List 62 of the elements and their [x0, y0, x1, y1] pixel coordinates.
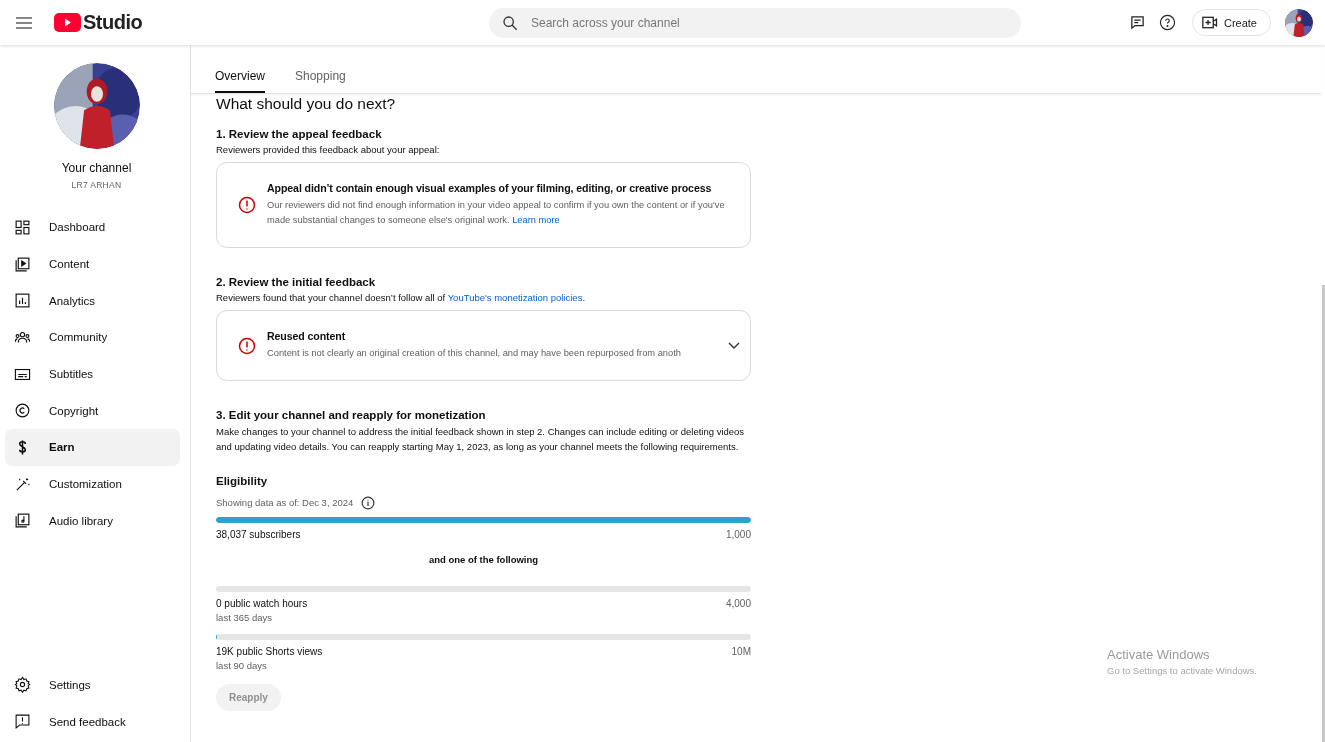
metric-target: 1,000 — [725, 528, 751, 540]
metric-target: 10M — [731, 645, 751, 657]
sidebar-item[interactable]: Audio library — [5, 502, 180, 540]
activation-text: Go to Settings to activate Windows. — [1107, 665, 1257, 676]
step-title: 3. Edit your channel and reapply for monetization — [216, 409, 486, 421]
magic-wand-icon — [14, 475, 31, 493]
logo-text[interactable]: Studio — [83, 11, 143, 34]
step-description: Make changes to your channel to address the initial feedback shown in step 2. Changes can include editing or deleting videos and updating video details. You can reapply starting May 1, 2023, as long as your channel meets the following requirements. — [216, 425, 746, 455]
alert-icon — [238, 196, 256, 214]
sidebar-item[interactable]: Customization — [5, 465, 180, 503]
bar-chart-icon — [14, 292, 31, 310]
menu-icon[interactable] — [16, 16, 32, 29]
metric-label: 19K public Shorts views — [216, 645, 323, 657]
data-date-note: Showing data as of: Dec 3, 2024 — [216, 497, 354, 509]
metric-label: 38,037 subscribers — [216, 528, 301, 540]
card-title: Reused content — [267, 330, 347, 342]
sidebar-item[interactable]: Settings — [5, 666, 180, 704]
separator-text: and one of the following — [427, 553, 540, 565]
sidebar-item[interactable]: Earn — [5, 429, 180, 466]
add-video-icon — [1201, 16, 1218, 29]
comment-icon[interactable] — [1129, 15, 1145, 30]
info-icon[interactable] — [361, 495, 376, 510]
settings-icon — [14, 676, 31, 694]
sidebar-item[interactable]: Content — [5, 245, 180, 283]
metric-label: 0 public watch hours — [216, 597, 308, 609]
page-heading: What should you do next? — [216, 95, 396, 113]
step-subtitle: Reviewers provided this feedback about your appeal: — [216, 144, 440, 155]
logo-icon[interactable] — [54, 13, 81, 32]
step-title: 1. Review the appeal feedback — [216, 128, 382, 140]
step-title: 2. Review the initial feedback — [216, 276, 376, 288]
step-subtitle: Reviewers found that your channel doesn’t follow all of YouTube's monetization policies. — [216, 292, 586, 303]
sidebar-item[interactable]: Analytics — [5, 282, 180, 320]
sidebar-item[interactable]: Community — [5, 319, 180, 356]
chevron-icon[interactable] — [728, 341, 740, 350]
search-field[interactable]: Search across your channel — [489, 7, 1021, 38]
channel-title[interactable]: Your channel — [61, 161, 132, 175]
metric-period: last 90 days — [216, 659, 268, 671]
help-icon[interactable] — [1158, 14, 1176, 31]
sidebar-item[interactable]: Dashboard — [5, 209, 180, 246]
search-icon — [502, 14, 518, 31]
card-description: Our reviewers did not find enough information in your video appeal to confirm if you own the content or if you've made substantial changes to someone else's original work. Learn more — [267, 199, 726, 227]
metric-target: 4,000 — [725, 597, 751, 609]
sidebar-item[interactable]: Subtitles — [5, 355, 180, 393]
activation-title: Activate Windows — [1107, 647, 1211, 662]
sidebar-item[interactable]: Send feedback — [5, 703, 180, 740]
feedback-icon — [14, 713, 31, 731]
card-title: Appeal didn’t contain enough visual examples of your filming, editing, or creative process — [267, 182, 713, 194]
video-library-icon — [14, 255, 31, 273]
channel-name: LR7 ARHAN — [71, 180, 122, 190]
music-library-icon — [14, 512, 31, 530]
grid-icon — [14, 218, 31, 236]
alert-icon — [238, 336, 256, 355]
learn-more-link[interactable]: Learn more — [512, 215, 560, 225]
section-title: Eligibility — [216, 474, 268, 487]
feedback-card[interactable]: Reused content Content is not clearly an original creation of this channel, and may have been repurposed from anoth — [216, 310, 751, 381]
metric-period: last 365 days — [216, 611, 273, 623]
copyright-icon — [14, 402, 31, 420]
tab[interactable]: Overview — [215, 61, 265, 93]
create-button[interactable]: Create — [1191, 9, 1271, 36]
sidebar-item[interactable]: Copyright — [5, 392, 180, 430]
card-description: Content is not clearly an original creation of this channel, and may have been repurposed from anoth — [267, 347, 682, 360]
tab[interactable]: Shopping — [295, 61, 346, 93]
